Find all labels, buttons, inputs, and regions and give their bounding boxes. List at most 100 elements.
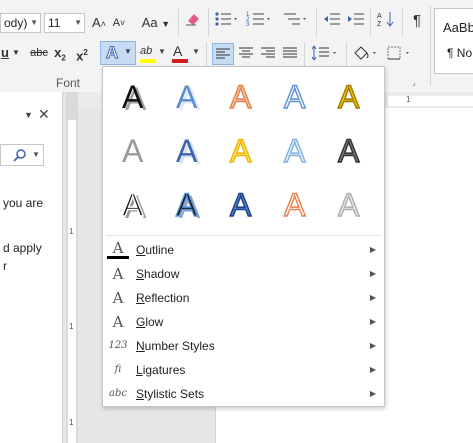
menu-item-label: Number Styles (136, 339, 215, 353)
superscript-button[interactable]: x2 (74, 42, 90, 64)
effect-black-shadow[interactable]: AA (113, 77, 153, 117)
effect-blue-reflection[interactable]: AA (167, 131, 207, 171)
nav-text-line: you are (3, 196, 44, 210)
ribbon-separator (304, 42, 305, 66)
glow-icon: A (112, 313, 124, 331)
dialog-launcher-icon[interactable]: ⌟ (412, 78, 416, 87)
effect-gray-bevel[interactable]: A (329, 131, 369, 171)
effect-blue-3d[interactable]: A (221, 185, 261, 225)
effect-gray-flat[interactable]: A (113, 131, 153, 171)
menu-item-ligatures[interactable]: fi Ligatures ▶ (103, 358, 384, 382)
decrease-indent-button[interactable] (322, 10, 342, 32)
align-left-button[interactable] (212, 43, 234, 65)
line-spacing-button[interactable] (310, 43, 340, 65)
align-right-button[interactable] (258, 43, 278, 65)
submenu-arrow-icon: ▶ (369, 341, 376, 350)
center-button[interactable] (236, 43, 256, 65)
effect-blue-gradient[interactable]: AA (167, 77, 207, 117)
underline-button[interactable]: Bu (0, 42, 10, 64)
chevron-down-icon: ▼ (124, 47, 132, 56)
underline-glyph: u (1, 45, 9, 60)
ribbon-separator (316, 8, 317, 36)
svg-text:A: A (284, 187, 306, 223)
justify-button[interactable] (280, 43, 300, 65)
font-name-combo[interactable]: ody) ▼ (0, 13, 41, 33)
subscript-button[interactable]: x2 (52, 42, 68, 64)
subscript-sub: 2 (61, 53, 66, 63)
superscript-sup: 2 (83, 48, 88, 57)
underline-dropdown[interactable]: ▼ (12, 42, 20, 64)
menu-item-reflection[interactable]: A Reflection ▶ (103, 286, 384, 310)
ruler-number: 1 (69, 418, 74, 427)
sort-button[interactable]: AZ (376, 10, 396, 32)
text-effects-button[interactable]: A ▼ (100, 41, 136, 65)
effect-light-blue-outline[interactable]: A (275, 131, 315, 171)
menu-item-glow[interactable]: A Glow ▶ (103, 310, 384, 334)
effect-silver-gradient[interactable]: A (329, 185, 369, 225)
borders-button[interactable] (384, 43, 414, 65)
ruler-number: 1 (69, 322, 74, 331)
submenu-arrow-icon: ▶ (369, 389, 376, 398)
clear-formatting-button[interactable] (184, 10, 202, 32)
strikethrough-button[interactable]: abc (28, 42, 50, 64)
increase-indent-button[interactable] (346, 10, 366, 32)
shading-button[interactable] (350, 43, 380, 65)
text-effects-menu: AAAAAAAAAAAAAAAAAAAA A Outline ▶ A Shadow ▶ A R… (102, 66, 385, 407)
menu-item-outline[interactable]: A Outline ▶ (103, 238, 384, 262)
bullets-button[interactable] (214, 10, 240, 32)
menu-item-number-styles[interactable]: 123 Number Styles ▶ (103, 334, 384, 358)
style-normal-preview: AaBbC (443, 20, 473, 35)
svg-text:Z: Z (377, 21, 382, 28)
eraser-icon (186, 14, 199, 26)
paint-bucket-icon (354, 46, 376, 60)
effect-black-white-outline[interactable]: AA (113, 185, 153, 225)
letter-a-icon: A (337, 132, 360, 169)
highlight-button[interactable]: ab ▼ (138, 43, 166, 65)
menu-item-stylistic-sets[interactable]: abc Stylistic Sets ▶ (103, 382, 384, 406)
multilevel-list-button[interactable] (282, 10, 310, 32)
ribbon-separator (208, 8, 209, 36)
effect-dark-blue-outline[interactable]: AA (167, 185, 207, 225)
pane-options-icon[interactable]: ▼ (24, 110, 33, 120)
effect-yellow-glow[interactable]: A (221, 131, 261, 171)
effect-orange-outline[interactable]: A (221, 77, 261, 117)
styles-gallery[interactable]: AaBbC ¶ No (434, 8, 473, 74)
effect-blue-outline[interactable]: A (275, 77, 315, 117)
submenu-arrow-icon: ▶ (369, 269, 376, 278)
close-icon[interactable]: ✕ (38, 106, 50, 123)
ruler-number: 1 (406, 95, 411, 104)
change-case-label: Aa (141, 15, 158, 30)
letter-a-icon: A (283, 132, 306, 169)
letter-a-icon: AA (121, 186, 147, 225)
bullet-list-icon (215, 12, 237, 26)
shrink-font-button[interactable]: A˅ (110, 12, 128, 34)
grow-font-button[interactable]: A˄ (90, 12, 108, 34)
submenu-arrow-icon: ▶ (369, 245, 376, 254)
menu-item-shadow[interactable]: A Shadow ▶ (103, 262, 384, 286)
change-case-button[interactable]: Aa ▼ (140, 12, 172, 34)
svg-text:A: A (284, 79, 306, 115)
search-input[interactable]: ▼ (0, 144, 44, 166)
pilcrow-icon: ¶ (412, 12, 422, 29)
font-color-icon: A (173, 43, 183, 59)
effect-orange-white[interactable]: A (275, 185, 315, 225)
letter-a-icon: AA (122, 79, 147, 117)
ruler-page-area (68, 120, 76, 443)
submenu-arrow-icon: ▶ (369, 293, 376, 302)
grow-font-label: A (92, 15, 101, 30)
menu-item-label: Shadow (136, 267, 180, 281)
menu-item-label: Stylistic Sets (136, 387, 205, 401)
shadow-icon: A (112, 265, 124, 283)
font-size-combo[interactable]: 11 ▼ (44, 13, 85, 33)
navigation-pane: ▼ ✕ ▼ you are d apply r (0, 92, 63, 443)
submenu-arrow-icon: ▶ (369, 365, 376, 374)
font-size-value: 11 (48, 16, 61, 30)
effect-gold-bevel[interactable]: A (329, 77, 369, 117)
chevron-down-icon[interactable]: ▼ (32, 150, 40, 159)
numbering-button[interactable]: 123 (246, 10, 274, 32)
font-color-button[interactable]: A ▼ (170, 43, 200, 65)
svg-text:A: A (338, 133, 360, 169)
menu-item-label: Outline (136, 243, 175, 257)
menu-item-label: Ligatures (136, 363, 186, 377)
show-formatting-button[interactable]: ¶ (408, 10, 426, 32)
